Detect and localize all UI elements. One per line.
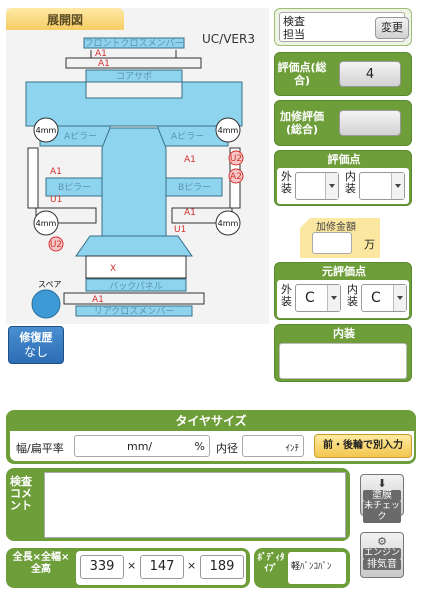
tire-rear-left[interactable]: 4mm (33, 210, 59, 236)
engine-sound-line2: 排気音 (363, 559, 401, 570)
repair-amount-unit: 万 (364, 238, 375, 251)
inner-diameter-input[interactable]: ｲﾝﾁ (242, 435, 304, 457)
mark-front-a1-2: A1 (98, 59, 110, 69)
repair-history-button[interactable]: 修復歴 なし (8, 326, 64, 364)
original-score-title: 元評価点 (322, 265, 366, 278)
paint-check-line1: 塗膜 (363, 490, 401, 501)
length-input[interactable]: 339 (80, 555, 124, 579)
inspection-comment-label: 検査コメント (10, 475, 32, 512)
repair-history-label: 修復歴 (19, 331, 53, 344)
original-interior-select[interactable]: C (361, 284, 407, 312)
times-sign-1: × (127, 559, 137, 572)
total-score-label: 評価点(総合) (277, 61, 327, 87)
spare-tire[interactable] (31, 289, 61, 319)
roof[interactable] (101, 127, 167, 237)
exterior-score-select[interactable] (295, 172, 339, 200)
repair-history-value: なし (23, 345, 48, 359)
inspector-label: 検査担当 (283, 15, 305, 41)
svg-text:4mm: 4mm (36, 126, 57, 135)
repair-amount-label: 加修金額 (316, 222, 356, 233)
extra-score-panel: 加修評価(総合) (274, 100, 412, 146)
inner-diameter-label: 内径 (216, 442, 238, 455)
mark-right-a1-2: A1 (184, 208, 196, 218)
tire-rear-right[interactable]: 4mm (215, 210, 241, 236)
paint-check-button[interactable]: ⬇ 塗膜 未チェック (360, 474, 404, 523)
tire-front-left[interactable]: 4mm (33, 117, 59, 143)
tire-front-right[interactable]: 4mm (215, 117, 241, 143)
paint-icon: ⬇ (377, 477, 387, 490)
total-score-value[interactable]: 4 (339, 61, 401, 87)
back-panel-label: バックパネル (109, 281, 163, 292)
mark-right-u2: U2 (228, 150, 244, 166)
dimensions-label: 全長×全幅×全高 (12, 552, 70, 575)
tire-width-input[interactable]: mm/ % (74, 435, 210, 457)
svg-text:U2: U2 (50, 240, 62, 250)
engine-sound-button[interactable]: ⚙ エンジン 排気音 (360, 532, 404, 578)
interior-notes-panel: 内装 (274, 324, 412, 382)
car-body-diagram: .p { fill:#8fd4ef; stroke:#3a6f8a; strok… (25, 37, 244, 319)
mark-right-a2: A2 (228, 168, 244, 184)
b-pillar-left-label: Bピラー (58, 182, 91, 193)
a-pillar-right-label: Aピラー (171, 131, 204, 142)
score-detail-title: 評価点 (327, 153, 361, 166)
svg-text:4mm: 4mm (218, 126, 239, 135)
front-cross-member-label: フロントクロスメンバー (84, 38, 183, 49)
body-type-value[interactable]: 軽ﾊﾞﾝｺﾊﾞﾝ (288, 552, 346, 584)
mark-front-a1: A1 (95, 49, 107, 59)
change-inspector-button[interactable]: 変更 (375, 17, 409, 39)
score-detail-panel: 評価点 外装 内装 (274, 150, 412, 206)
svg-text:A2: A2 (230, 172, 242, 182)
original-score-panel: 元評価点 外装 C 内装 C (274, 262, 412, 320)
rear-cross-member-label: リアクロスメンバー (94, 306, 175, 317)
paint-check-line2: 未チェック (363, 501, 401, 523)
engine-icon: ⚙ (377, 535, 387, 548)
tire-size-title: タイヤサイズ (175, 414, 247, 428)
a-pillar-left-label: Aピラー (64, 131, 97, 142)
extra-score-label: 加修評価(総合) (280, 110, 324, 136)
original-exterior-label: 外装 (281, 283, 292, 308)
width-input[interactable]: 147 (140, 555, 184, 579)
mark-rear-x: X (110, 264, 116, 274)
front-body[interactable] (25, 81, 243, 127)
mark-rear-a1: A1 (92, 295, 104, 305)
rear-hatch[interactable] (75, 235, 193, 257)
original-exterior-select[interactable]: C (295, 284, 341, 312)
total-score-panel: 評価点(総合) 4 (274, 52, 412, 96)
inspection-comment-input[interactable] (44, 472, 346, 538)
svg-text:4mm: 4mm (36, 219, 57, 228)
exterior-label: 外装 (281, 170, 292, 195)
mark-left-u1: U1 (50, 195, 62, 205)
inspector-panel: 検査担当 変更 (274, 8, 412, 46)
times-sign-2: × (187, 559, 197, 572)
interior-notes-input[interactable] (279, 343, 407, 379)
engine-sound-line1: エンジン (363, 548, 401, 559)
svg-text:U2: U2 (230, 154, 242, 164)
interior-notes-title: 内装 (333, 327, 355, 340)
mark-right-a1: A1 (184, 155, 196, 165)
original-interior-label: 内装 (347, 283, 358, 308)
interior-score-select[interactable] (359, 172, 405, 200)
b-pillar-right-label: Bピラー (178, 182, 211, 193)
core-support-label: コアサポ (116, 71, 152, 82)
svg-text:4mm: 4mm (218, 219, 239, 228)
front-rear-separate-button[interactable]: 前・後輪で別入力 (314, 434, 412, 458)
width-ratio-label: 幅/扁平率 (16, 442, 64, 455)
interior-label: 内装 (345, 170, 356, 195)
mark-right-u1: U1 (174, 225, 186, 235)
mark-left-a1: A1 (50, 167, 62, 177)
body-type-label: ﾎﾞﾃﾞｨﾀｲﾌﾟ (257, 553, 285, 574)
height-input[interactable]: 189 (200, 555, 244, 579)
mark-left-u2: U2 (48, 236, 64, 252)
repair-amount-input[interactable] (312, 232, 352, 254)
spare-label: スペア (38, 280, 61, 289)
extra-score-value[interactable] (339, 110, 401, 136)
